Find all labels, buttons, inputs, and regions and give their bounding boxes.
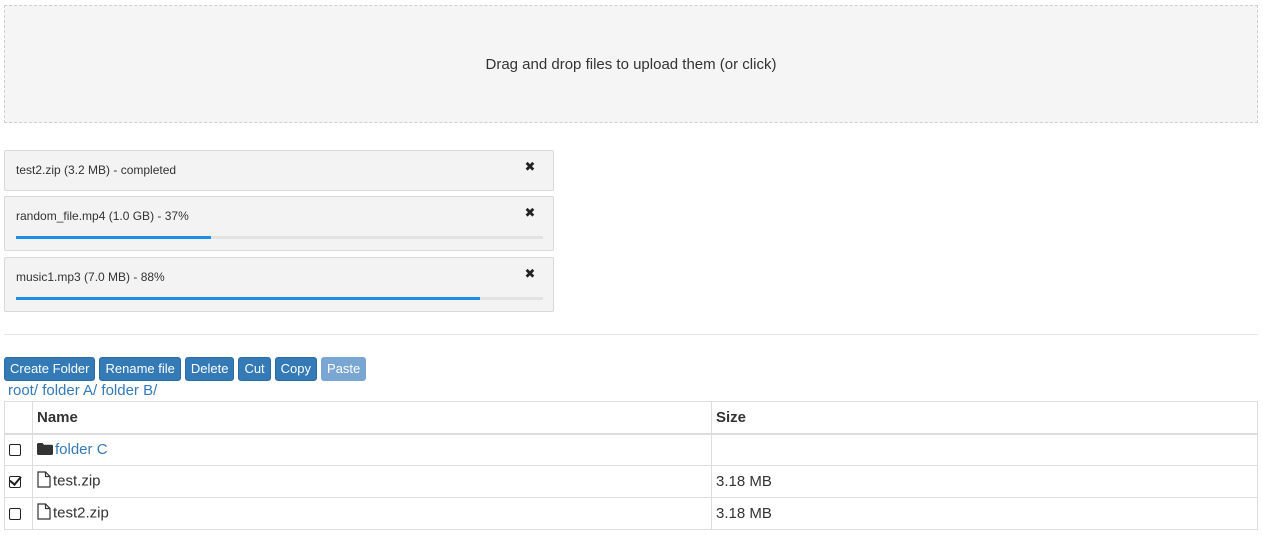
- upload-progress-bar: [16, 297, 543, 300]
- upload-item: test2.zip (3.2 MB) - completed ✖: [4, 150, 554, 191]
- size-cell: [711, 433, 1258, 466]
- size-cell: 3.18 MB: [711, 497, 1258, 530]
- upload-label: test2.zip (3.2 MB) - completed: [16, 163, 177, 177]
- upload-item: music1.mp3 (7.0 MB) - 88% ✖: [4, 257, 554, 312]
- divider: [4, 334, 1258, 335]
- file-icon: [37, 471, 51, 492]
- close-icon[interactable]: ✖: [524, 267, 536, 281]
- name-column-header: Name: [32, 401, 712, 435]
- upload-progress-bar: [16, 236, 543, 239]
- upload-item: random_file.mp4 (1.0 GB) - 37% ✖: [4, 196, 554, 251]
- select-column-header: [4, 401, 33, 435]
- close-icon[interactable]: ✖: [524, 206, 536, 220]
- upload-label: music1.mp3 (7.0 MB) - 88%: [16, 270, 165, 284]
- file-name[interactable]: test2.zip: [53, 504, 109, 521]
- size-cell: 3.18 MB: [711, 465, 1258, 498]
- row-select-cell: [4, 433, 33, 466]
- breadcrumb-item-folder-a[interactable]: folder A/: [42, 382, 97, 399]
- rename-file-button[interactable]: Rename file: [99, 357, 181, 381]
- row-checkbox[interactable]: [9, 476, 21, 489]
- close-icon[interactable]: ✖: [524, 160, 536, 174]
- cut-button[interactable]: Cut: [238, 357, 271, 381]
- folder-icon: [37, 442, 53, 459]
- table-row[interactable]: test.zip 3.18 MB: [4, 465, 1258, 498]
- delete-button[interactable]: Delete: [184, 357, 235, 381]
- size-column-header: Size: [711, 401, 1258, 435]
- name-cell: test2.zip: [32, 497, 712, 530]
- table-row[interactable]: folder C: [4, 433, 1258, 466]
- file-icon: [37, 503, 51, 524]
- file-table: Name Size folder C test.zip 3.18 MB test…: [4, 401, 1258, 530]
- table-row[interactable]: test2.zip 3.18 MB: [4, 497, 1258, 530]
- table-header-row: Name Size: [4, 401, 1258, 435]
- name-cell: folder C: [32, 433, 712, 466]
- upload-progress-fill: [16, 297, 480, 300]
- folder-link[interactable]: folder C: [55, 441, 108, 458]
- copy-button[interactable]: Copy: [274, 357, 318, 381]
- paste-button[interactable]: Paste: [321, 357, 367, 381]
- file-name[interactable]: test.zip: [53, 472, 101, 489]
- breadcrumb-item-root[interactable]: root/: [8, 382, 38, 399]
- name-cell: test.zip: [32, 465, 712, 498]
- row-checkbox[interactable]: [9, 444, 21, 457]
- upload-progress-fill: [16, 236, 211, 239]
- breadcrumb: root/ folder A/ folder B/: [8, 382, 157, 399]
- upload-label: random_file.mp4 (1.0 GB) - 37%: [16, 209, 189, 223]
- row-select-cell: [4, 497, 33, 530]
- breadcrumb-item-folder-b[interactable]: folder B/: [101, 382, 157, 399]
- file-toolbar: Create Folder Rename file Delete Cut Cop…: [4, 357, 367, 381]
- row-checkbox[interactable]: [9, 508, 21, 521]
- create-folder-button[interactable]: Create Folder: [4, 357, 96, 381]
- dropzone-text: Drag and drop files to upload them (or c…: [485, 55, 777, 73]
- upload-dropzone[interactable]: Drag and drop files to upload them (or c…: [4, 5, 1258, 123]
- row-select-cell: [4, 465, 33, 498]
